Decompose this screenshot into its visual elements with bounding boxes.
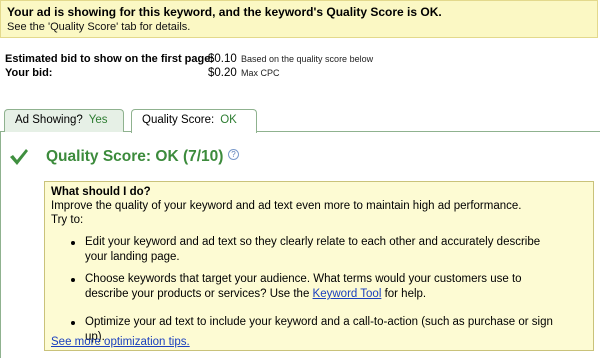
bullet-icon [71, 321, 75, 325]
banner-title: Your ad is showing for this keyword, and… [7, 5, 442, 19]
keyword-tool-link[interactable]: Keyword Tool [313, 288, 382, 300]
tip-text-after: for help. [381, 288, 427, 300]
quality-score-title: Quality Score: OK (7/10) [46, 148, 224, 165]
tips-heading: What should I do? [51, 186, 151, 198]
tips-try-to: Try to: [51, 214, 84, 226]
panel-left-border [0, 131, 1, 358]
more-optimization-tips-link[interactable]: See more optimization tips. [51, 336, 190, 348]
tab-quality-score-label: Quality Score: [142, 114, 215, 126]
your-bid-label: Your bid: [5, 67, 53, 79]
first-page-bid-note: Based on the quality score below [241, 54, 374, 64]
status-banner: Your ad is showing for this keyword, and… [0, 0, 598, 38]
optimization-tips-box: What should I do? Improve the quality of… [44, 181, 594, 351]
checkmark-icon [10, 149, 28, 165]
your-bid-note: Max CPC [241, 68, 280, 78]
tip-text-before: Choose keywords that target your audienc… [85, 273, 522, 300]
tips-intro-text: Improve the quality of your keyword and … [51, 200, 522, 212]
first-page-bid-label: Estimated bid to show on the first page: [5, 53, 215, 65]
help-icon[interactable]: ? [228, 149, 239, 160]
your-bid-value: $0.20 [208, 67, 237, 79]
tab-quality-score[interactable]: Quality Score: OK [131, 109, 257, 133]
tip-text: Choose keywords that target your audienc… [85, 272, 565, 302]
bullet-icon [71, 278, 75, 282]
first-page-bid-value: $0.10 [208, 53, 237, 65]
tab-quality-score-value: OK [220, 114, 237, 126]
tip-text: Edit your keyword and ad text so they cl… [85, 236, 541, 263]
tab-ad-showing-value: Yes [88, 114, 108, 126]
tab-ad-showing-label: Ad Showing? [15, 114, 83, 126]
banner-subtitle: See the 'Quality Score' tab for details. [7, 21, 191, 33]
tab-ad-showing[interactable]: Ad Showing? Yes [4, 109, 124, 132]
bullet-icon [71, 241, 75, 245]
